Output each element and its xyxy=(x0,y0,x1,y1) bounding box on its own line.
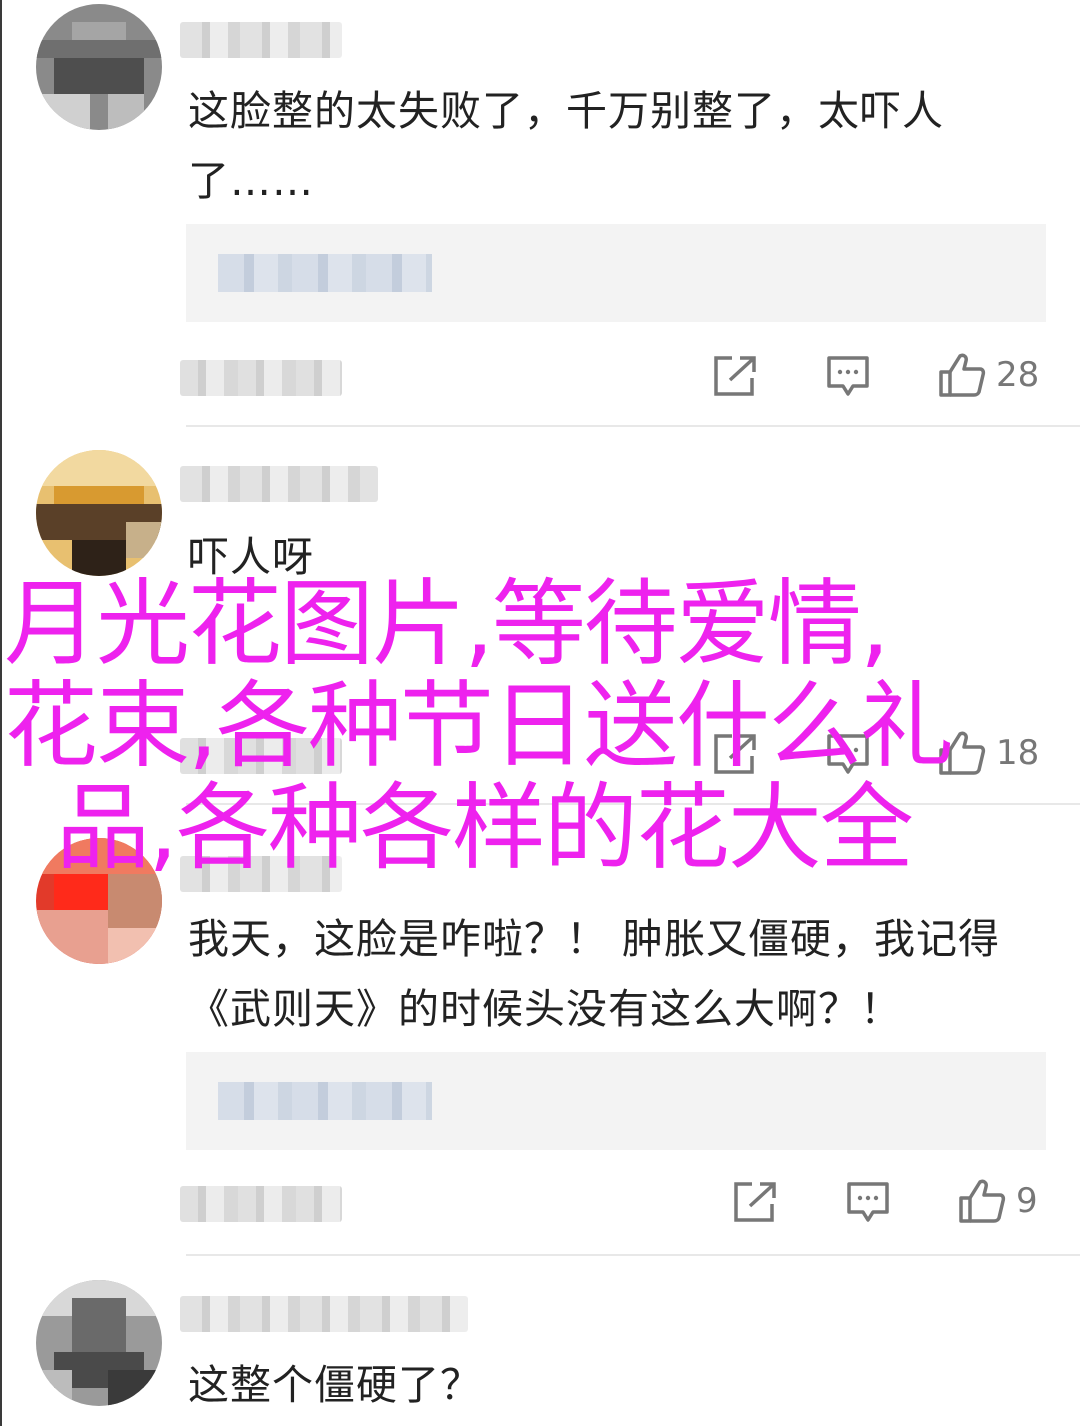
timestamp-blurred xyxy=(180,1186,342,1222)
username-blurred[interactable] xyxy=(180,22,342,58)
overlay-title-line-1: 月光花图片,等待爱情, xyxy=(4,570,890,679)
username-blurred[interactable] xyxy=(180,1296,468,1332)
share-icon xyxy=(734,1182,776,1222)
overlay-title-line-3: 品,各种各样的花大全 xyxy=(56,774,914,883)
avatar[interactable] xyxy=(36,1280,162,1406)
reply-preview[interactable] xyxy=(186,1052,1046,1150)
thumbs-up-icon xyxy=(959,1179,1006,1223)
comment-divider xyxy=(186,1254,1080,1256)
comment-icon xyxy=(847,1182,889,1222)
comment-icon xyxy=(827,356,869,396)
overlay-title: 月光花图片,等待爱情, 花束,各种节日送什么礼 品,各种各样的花大全 xyxy=(0,574,1080,880)
share-icon xyxy=(714,356,756,396)
share-button[interactable] xyxy=(732,1180,778,1224)
comment-divider xyxy=(186,425,1080,427)
like-count: 28 xyxy=(996,355,1040,395)
share-button[interactable] xyxy=(712,354,758,398)
avatar[interactable] xyxy=(36,450,162,576)
comment-text: 这整个僵硬了？ xyxy=(188,1361,482,1409)
avatar[interactable] xyxy=(36,4,162,130)
username-blurred[interactable] xyxy=(180,466,378,502)
comment-text: 我天，这脸是咋啦？！ 肿胀又僵硬，我记得《武则天》的时候头没有这么大啊？！ xyxy=(188,915,1001,1033)
overlay-title-line-2: 花束,各种节日送什么礼 xyxy=(4,672,954,781)
comment-text: 这脸整的太失败了，千万别整了，太吓人了…… xyxy=(188,87,944,205)
like-count: 9 xyxy=(1016,1181,1038,1221)
like-button[interactable]: 9 xyxy=(958,1178,1038,1224)
reply-preview[interactable] xyxy=(186,224,1046,322)
reply-button[interactable] xyxy=(826,354,870,398)
timestamp-blurred xyxy=(180,360,342,396)
thumbs-up-icon xyxy=(939,353,986,397)
reply-button[interactable] xyxy=(846,1180,890,1224)
like-button[interactable]: 28 xyxy=(938,352,1039,398)
reply-preview-blurred xyxy=(218,254,432,292)
reply-preview-blurred xyxy=(218,1082,432,1120)
